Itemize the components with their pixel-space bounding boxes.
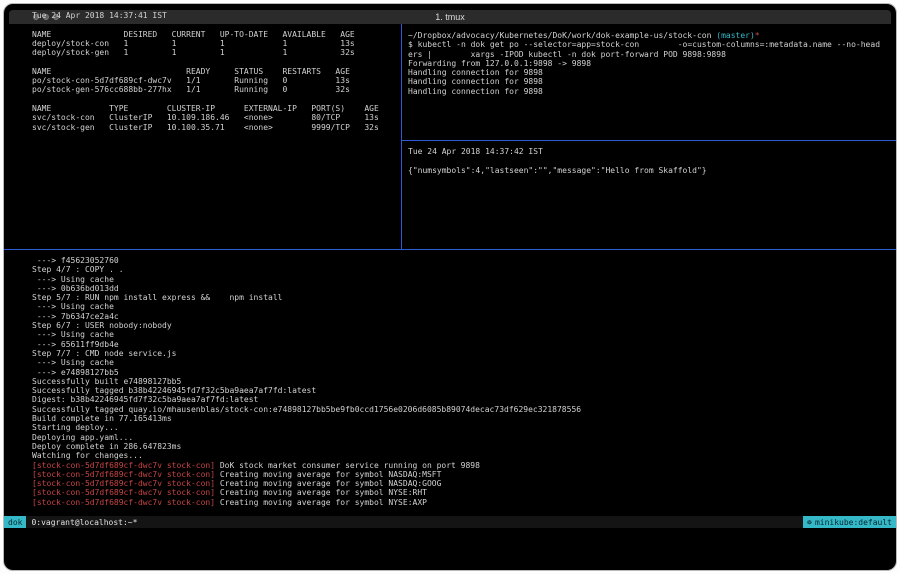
docker-build-output: ---> f45623052760 Step 4/7 : COPY . . --… bbox=[32, 256, 892, 461]
kubectl-resources-output: Tue 24 Apr 2018 14:37:41 IST NAME DESIRE… bbox=[32, 11, 397, 132]
statusbar-spacer bbox=[142, 516, 803, 528]
pod-log-prefix: [stock-con-5d7df689cf-dwc7v stock-con] bbox=[32, 470, 215, 479]
pod-log-text: Creating moving average for symbol NYSE:… bbox=[215, 498, 427, 507]
kubernetes-icon: ☸ bbox=[807, 518, 812, 527]
screenshot-canvas: 1. tmux Tue 24 Apr 2018 14:37:41 IST NAM… bbox=[0, 0, 900, 574]
shell-prompt-line: ~/Dropbox/advocacy/Kubernetes/DoK/work/d… bbox=[408, 31, 892, 40]
tmux-status-bar: dok 0:vagrant@localhost:~* ☸minikube:def… bbox=[4, 516, 896, 528]
pod-log-prefix: [stock-con-5d7df689cf-dwc7v stock-con] bbox=[32, 498, 215, 507]
terminal-window: 1. tmux Tue 24 Apr 2018 14:37:41 IST NAM… bbox=[3, 3, 897, 571]
pod-log-line: [stock-con-5d7df689cf-dwc7v stock-con] C… bbox=[32, 470, 892, 479]
port-forward-output: $ kubectl -n dok get po --selector=app=s… bbox=[408, 40, 892, 96]
tmux-session-name: dok bbox=[4, 516, 26, 528]
pane-kubectl-resources[interactable]: Tue 24 Apr 2018 14:37:41 IST NAME DESIRE… bbox=[4, 4, 401, 229]
kube-context-label: minikube:default bbox=[815, 518, 892, 527]
pod-log-line: [stock-con-5d7df689cf-dwc7v stock-con] D… bbox=[32, 461, 892, 470]
blank-line bbox=[408, 156, 892, 165]
pod-log-line: [stock-con-5d7df689cf-dwc7v stock-con] C… bbox=[32, 498, 892, 507]
pod-log-prefix: [stock-con-5d7df689cf-dwc7v stock-con] bbox=[32, 461, 215, 470]
pane-skaffold-build[interactable]: ---> f45623052760 Step 4/7 : COPY . . --… bbox=[4, 250, 896, 516]
tmux-status-right: ☸minikube:default bbox=[803, 516, 896, 528]
pane-service-response[interactable]: Tue 24 Apr 2018 14:37:42 IST {"numsymbol… bbox=[402, 141, 896, 249]
git-dirty-marker: * bbox=[755, 31, 760, 40]
tmux-window-item[interactable]: 0:vagrant@localhost:~* bbox=[26, 516, 142, 528]
pane-port-forward[interactable]: ~/Dropbox/advocacy/Kubernetes/DoK/work/d… bbox=[402, 24, 896, 140]
pod-log-prefix: [stock-con-5d7df689cf-dwc7v stock-con] bbox=[32, 488, 215, 497]
response-timestamp: Tue 24 Apr 2018 14:37:42 IST bbox=[408, 147, 892, 156]
pod-log-text: Creating moving average for symbol NASDA… bbox=[215, 470, 441, 479]
pod-log-text: Creating moving average for symbol NYSE:… bbox=[215, 488, 427, 497]
prompt-path: ~/Dropbox/advocacy/Kubernetes/DoK/work/d… bbox=[408, 31, 716, 40]
pod-log-text: DoK stock market consumer service runnin… bbox=[215, 461, 480, 470]
git-branch: (master) bbox=[716, 31, 755, 40]
pod-log-prefix: [stock-con-5d7df689cf-dwc7v stock-con] bbox=[32, 479, 215, 488]
pod-log-line: [stock-con-5d7df689cf-dwc7v stock-con] C… bbox=[32, 479, 892, 488]
service-json-output: {"numsymbols":4,"lastseen":"","message":… bbox=[408, 166, 892, 175]
pod-log-text: Creating moving average for symbol NASDA… bbox=[215, 479, 441, 488]
pod-log-line: [stock-con-5d7df689cf-dwc7v stock-con] C… bbox=[32, 488, 892, 497]
